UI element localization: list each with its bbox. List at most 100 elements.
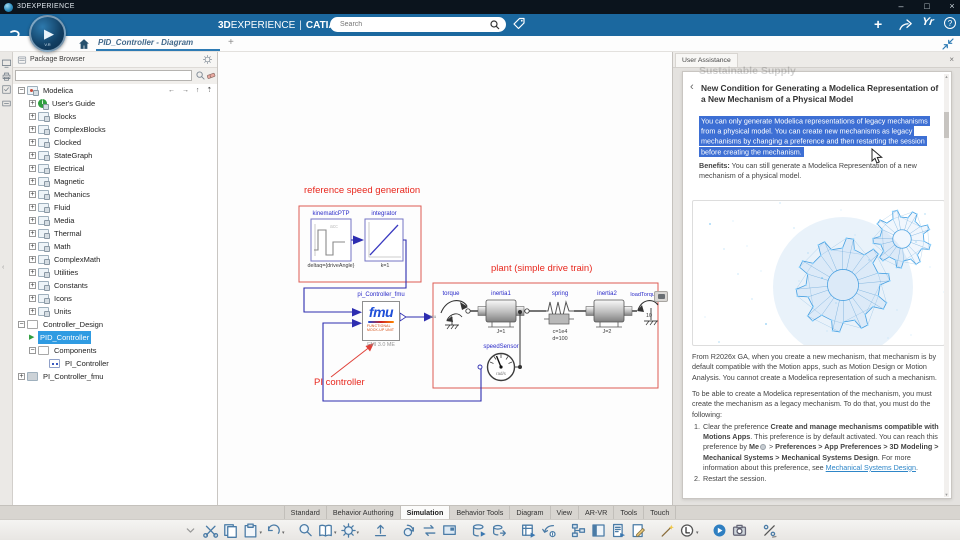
new-tab-button[interactable]: + <box>228 37 234 48</box>
ribbon-tab-behavior-tools[interactable]: Behavior Tools <box>450 506 511 519</box>
tree-item-media[interactable]: + Media <box>13 214 217 227</box>
tree-item-pi-controller[interactable]: PI_Controller <box>13 357 217 370</box>
model-update-icon[interactable] <box>401 522 418 539</box>
db-step-icon[interactable] <box>491 522 508 539</box>
clear-filter-eraser-icon[interactable] <box>206 71 216 80</box>
expander-icon[interactable]: + <box>29 295 36 302</box>
tree-item-components[interactable]: − Components <box>13 344 217 357</box>
tree-item-user-s-guide[interactable]: + i User's Guide <box>13 97 217 110</box>
expander-icon[interactable]: + <box>29 269 36 276</box>
panel-collapse-handle[interactable]: ‹ <box>2 264 4 271</box>
tree-item-mechanics[interactable]: + Mechanics <box>13 188 217 201</box>
upload-icon[interactable] <box>372 522 389 539</box>
db-play-icon[interactable] <box>471 522 488 539</box>
tree-item-pid-controller[interactable]: ▶ PID_Controller <box>13 331 217 344</box>
expander-icon[interactable]: + <box>29 100 36 107</box>
tree-item-pi-controller-fmu[interactable]: + PI_Controller_fmu <box>13 370 217 383</box>
fmu-block[interactable]: fmu FUNCTIONAL MOCK-UP UNIT <box>362 301 400 341</box>
expander-icon[interactable]: + <box>29 165 36 172</box>
viewport-icon[interactable] <box>1 56 12 68</box>
sync-icon[interactable] <box>421 522 438 539</box>
tree-item-complexmath[interactable]: + ComplexMath <box>13 253 217 266</box>
camera-icon[interactable] <box>731 522 748 539</box>
article-scrollbar[interactable]: ▲ ▼ <box>944 74 949 497</box>
scrollbar-thumb[interactable] <box>944 112 949 138</box>
close-button[interactable]: × <box>945 1 959 11</box>
expander-icon[interactable]: + <box>29 243 36 250</box>
dropdown-caret-icon[interactable]: ▾ <box>259 530 262 539</box>
report-icon[interactable] <box>610 522 627 539</box>
expander-icon[interactable]: + <box>29 230 36 237</box>
search-input[interactable] <box>340 18 475 30</box>
expander-icon[interactable]: + <box>29 204 36 211</box>
ribbon-tab-tools[interactable]: Tools <box>614 506 645 519</box>
ribbon-tab-behavior-authoring[interactable]: Behavior Authoring <box>327 506 401 519</box>
play-circle-icon[interactable] <box>711 522 728 539</box>
signature-icon[interactable]: Yr <box>921 16 934 28</box>
run-table-icon[interactable] <box>520 522 537 539</box>
home-icon[interactable] <box>78 38 90 50</box>
expander-icon[interactable]: + <box>29 178 36 185</box>
search-icon[interactable] <box>490 19 500 30</box>
book-icon[interactable]: ▾ <box>317 522 337 539</box>
help-icon[interactable]: ? <box>944 17 956 29</box>
ribbon-tab-simulation[interactable]: Simulation <box>400 506 451 519</box>
expander-icon[interactable]: + <box>29 152 36 159</box>
tree-item-utilities[interactable]: + Utilities <box>13 266 217 279</box>
collapse-panel-icon[interactable] <box>1 96 12 107</box>
frame-icon[interactable] <box>590 522 607 539</box>
diagram-canvas[interactable]: reference speed generation plant (simple… <box>218 52 672 505</box>
tree-item-fluid[interactable]: + Fluid <box>13 201 217 214</box>
ribbon-tab-standard[interactable]: Standard <box>283 506 327 519</box>
reset-t0-icon[interactable] <box>540 522 557 539</box>
scroll-up-icon[interactable]: ▲ <box>944 74 949 79</box>
cut-icon[interactable] <box>202 522 219 539</box>
share-icon[interactable] <box>898 18 914 31</box>
ribbon-tab-diagram[interactable]: Diagram <box>510 506 551 519</box>
tasks-icon[interactable] <box>1 82 12 94</box>
tree-item-icons[interactable]: + Icons <box>13 292 217 305</box>
expander-icon[interactable]: + <box>29 113 36 120</box>
add-content-button[interactable]: + <box>874 16 882 32</box>
expander-icon[interactable]: + <box>29 217 36 224</box>
minimize-button[interactable]: – <box>894 1 908 11</box>
compass-logo-icon[interactable]: ▶ V.R <box>29 15 66 52</box>
ribbon-tab-ar-vr[interactable]: AR-VR <box>579 506 615 519</box>
gear-ring-icon[interactable]: ▾ <box>340 522 360 539</box>
overflow-chevron-icon[interactable] <box>182 522 199 539</box>
dropdown-caret-icon[interactable]: ▾ <box>696 530 699 539</box>
inertia1-block[interactable] <box>485 299 517 323</box>
tree-item-complexblocks[interactable]: + ComplexBlocks <box>13 123 217 136</box>
copy-icon[interactable] <box>222 522 239 539</box>
filter-search-icon[interactable] <box>196 71 205 80</box>
hierarchy-icon[interactable] <box>570 522 587 539</box>
dropdown-caret-icon[interactable]: ▾ <box>357 530 360 539</box>
tree-item-clocked[interactable]: + Clocked <box>13 136 217 149</box>
undo-icon[interactable]: ▾ <box>265 522 285 539</box>
percent-tools-icon[interactable] <box>761 522 778 539</box>
tree-item-units[interactable]: + Units <box>13 305 217 318</box>
print-icon[interactable] <box>1 69 12 81</box>
tree-item-thermal[interactable]: + Thermal <box>13 227 217 240</box>
ribbon-tab-view[interactable]: View <box>551 506 579 519</box>
tree-item-controller-design[interactable]: − Controller_Design <box>13 318 217 331</box>
tree-item-magnetic[interactable]: + Magnetic <box>13 175 217 188</box>
dropdown-caret-icon[interactable]: ▾ <box>282 530 285 539</box>
back-chevron-icon[interactable]: ‹ <box>690 81 694 93</box>
tab-pid-controller-diagram[interactable]: PID_Controller - Diagram <box>98 38 193 47</box>
expander-icon[interactable]: − <box>18 321 25 328</box>
assistance-close-icon[interactable]: × <box>949 55 954 64</box>
expander-icon[interactable]: + <box>18 373 25 380</box>
expander-icon[interactable]: − <box>18 87 25 94</box>
zoom-icon[interactable] <box>297 522 314 539</box>
tree-item-blocks[interactable]: + Blocks <box>13 110 217 123</box>
link-mechanical-systems-design[interactable]: Mechanical Systems Design <box>826 463 916 472</box>
feedback-wire[interactable] <box>322 322 482 402</box>
tree-item-stategraph[interactable]: + StateGraph <box>13 149 217 162</box>
expander-icon[interactable]: + <box>29 256 36 263</box>
global-search[interactable] <box>330 17 506 32</box>
license-icon[interactable]: ▾ <box>679 522 699 539</box>
fit-window-icon[interactable] <box>941 37 955 51</box>
expander-icon[interactable]: + <box>29 139 36 146</box>
maximize-button[interactable]: □ <box>920 1 934 11</box>
